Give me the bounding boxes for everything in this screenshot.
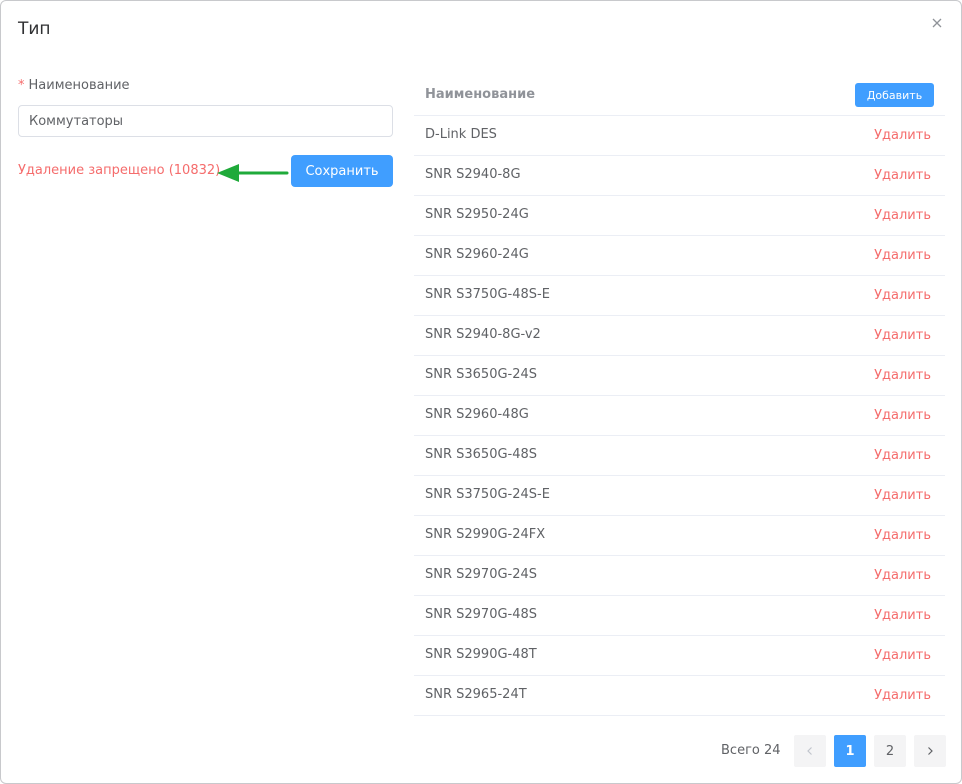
models-table: Наименование Добавить D-Link DES Удалить S… [414,75,945,716]
table-row: SNR S2990G-48T Удалить [414,636,945,676]
delete-link[interactable]: Удалить [874,608,931,623]
pagination-page-2[interactable]: 2 [874,735,906,767]
chevron-left-icon [807,747,812,755]
table-row: SNR S3750G-48S-E Удалить [414,276,945,316]
pagination-prev-button[interactable] [794,735,826,767]
delete-link[interactable]: Удалить [874,408,931,423]
row-name: SNR S2940-8G-v2 [425,327,541,342]
required-mark: * [18,78,25,93]
table-row: SNR S2940-8G-v2 Удалить [414,316,945,356]
table-row: SNR S2940-8G Удалить [414,156,945,196]
row-name: SNR S3750G-48S-E [425,287,550,302]
table-row: SNR S2950-24G Удалить [414,196,945,236]
table-row: SNR S2990G-24FX Удалить [414,516,945,556]
delete-link[interactable]: Удалить [874,648,931,663]
table-row: SNR S2960-24G Удалить [414,236,945,276]
delete-link[interactable]: Удалить [874,488,931,503]
delete-link[interactable]: Удалить [874,448,931,463]
delete-link[interactable]: Удалить [874,688,931,703]
row-name: D-Link DES [425,127,497,142]
row-name: SNR S2960-48G [425,407,529,422]
table-body: D-Link DES Удалить SNR S2940-8G Удалить SNR … [414,116,945,716]
pagination-total: Всего 24 [721,743,781,758]
row-name: SNR S2970G-24S [425,567,538,582]
row-name: SNR S2990G-24FX [425,527,546,542]
row-name: SNR S2940-8G [425,167,521,182]
row-name: SNR S3650G-48S [425,447,538,462]
row-name: SNR S2990G-48T [425,647,537,662]
delete-link[interactable]: Удалить [874,128,931,143]
delete-link[interactable]: Удалить [874,528,931,543]
delete-forbidden-error: Удаление запрещено (10832) [18,163,221,178]
row-name: SNR S2960-24G [425,247,529,262]
delete-link[interactable]: Удалить [874,168,931,183]
table-header: Наименование Добавить [414,75,945,116]
table-row: SNR S3750G-24S-E Удалить [414,476,945,516]
delete-link[interactable]: Удалить [874,328,931,343]
table-row: SNR S2970G-48S Удалить [414,596,945,636]
column-header-name: Наименование [425,87,536,102]
delete-link[interactable]: Удалить [874,288,931,303]
add-button[interactable]: Добавить [855,83,934,107]
pagination-page-1[interactable]: 1 [834,735,866,767]
delete-link[interactable]: Удалить [874,368,931,383]
row-name: SNR S2970G-48S [425,607,538,622]
green-arrow-annotation [217,164,289,182]
pagination-next-button[interactable] [914,735,946,767]
table-row: SNR S2965-24T Удалить [414,676,945,716]
table-row: SNR S2970G-24S Удалить [414,556,945,596]
delete-link[interactable]: Удалить [874,208,931,223]
name-label-text: Наименование [28,78,130,93]
row-name: SNR S3750G-24S-E [425,487,550,502]
chevron-right-icon [928,747,933,755]
name-field-label: * Наименование [18,78,130,93]
table-row: D-Link DES Удалить [414,116,945,156]
dialog-title: Тип [18,19,51,39]
row-name: SNR S2965-24T [425,687,527,702]
save-button[interactable]: Сохранить [291,155,393,187]
close-icon[interactable] [930,16,944,30]
table-row: SNR S3650G-48S Удалить [414,436,945,476]
row-name: SNR S3650G-24S [425,367,538,382]
delete-link[interactable]: Удалить [874,568,931,583]
type-dialog: Тип *Наименование Удаление запрещено (10… [0,0,962,784]
row-name: SNR S2950-24G [425,207,529,222]
delete-link[interactable]: Удалить [874,248,931,263]
table-row: SNR S3650G-24S Удалить [414,356,945,396]
name-input[interactable] [18,105,393,137]
table-row: SNR S2960-48G Удалить [414,396,945,436]
